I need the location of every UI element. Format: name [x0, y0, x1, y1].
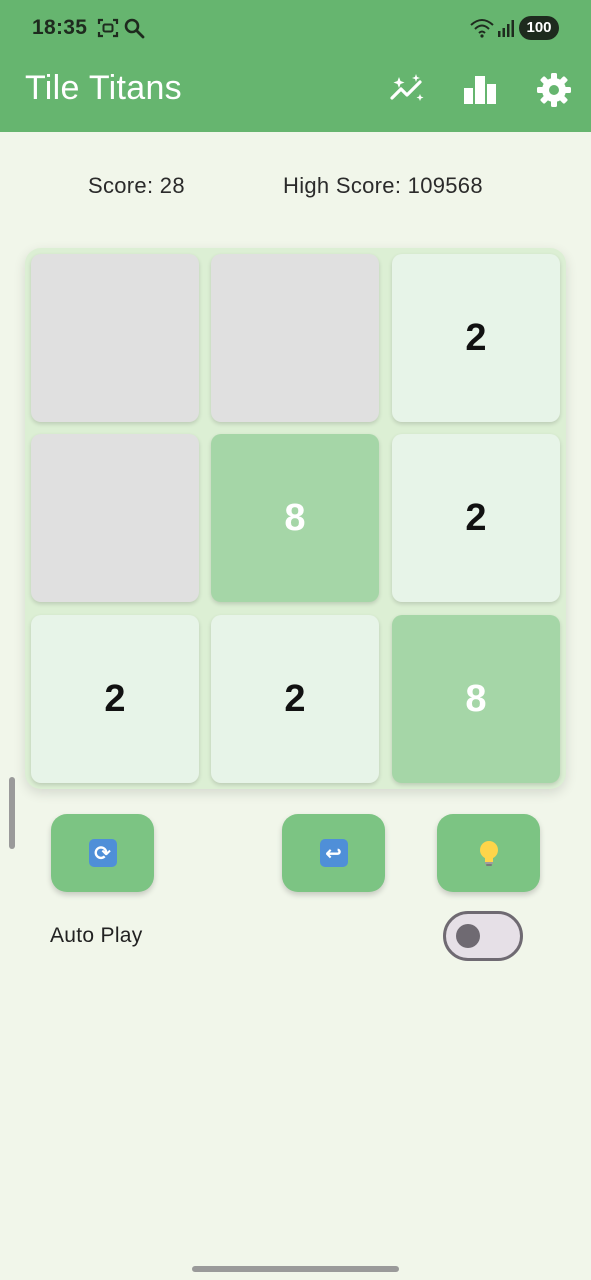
battery-icon: 100 [519, 16, 559, 40]
status-time: 18:35 [32, 16, 88, 39]
tile-r0-c0 [31, 254, 199, 422]
settings-icon[interactable] [536, 72, 572, 108]
tile-r2-c0: 2 [31, 615, 199, 783]
signal-icon [498, 20, 514, 37]
score-label: Score: 28 [88, 173, 185, 198]
game-board[interactable]: 2 8 2 2 2 8 [25, 248, 566, 789]
status-bar: 18:35 100 [0, 0, 591, 56]
home-indicator[interactable] [192, 1266, 399, 1272]
screenshot-icon [97, 18, 119, 38]
toggle-knob [456, 924, 480, 948]
app-title: Tile Titans [25, 69, 182, 107]
tile-r0-c1 [211, 254, 379, 422]
leaderboard-icon[interactable] [462, 72, 498, 108]
autoplay-label: Auto Play [50, 924, 143, 947]
tile-r2-c1: 2 [211, 615, 379, 783]
undo-icon: ↩ [319, 839, 348, 867]
tile-r1-c1: 8 [211, 434, 379, 602]
search-icon [124, 18, 145, 39]
auto-awesome-icon[interactable] [389, 72, 425, 108]
lightbulb-icon [479, 841, 498, 866]
tile-r2-c2: 8 [392, 615, 560, 783]
high-score-label: High Score: 109568 [283, 173, 483, 198]
tile-r1-c2: 2 [392, 434, 560, 602]
refresh-icon: ⟳ [88, 839, 117, 867]
hint-button[interactable] [437, 814, 540, 892]
tile-r1-c0 [31, 434, 199, 602]
tile-r0-c2: 2 [392, 254, 560, 422]
autoplay-toggle[interactable] [443, 911, 523, 961]
undo-button[interactable]: ↩ [282, 814, 385, 892]
scroll-indicator [9, 777, 15, 849]
restart-button[interactable]: ⟳ [51, 814, 154, 892]
wifi-icon [470, 19, 494, 38]
